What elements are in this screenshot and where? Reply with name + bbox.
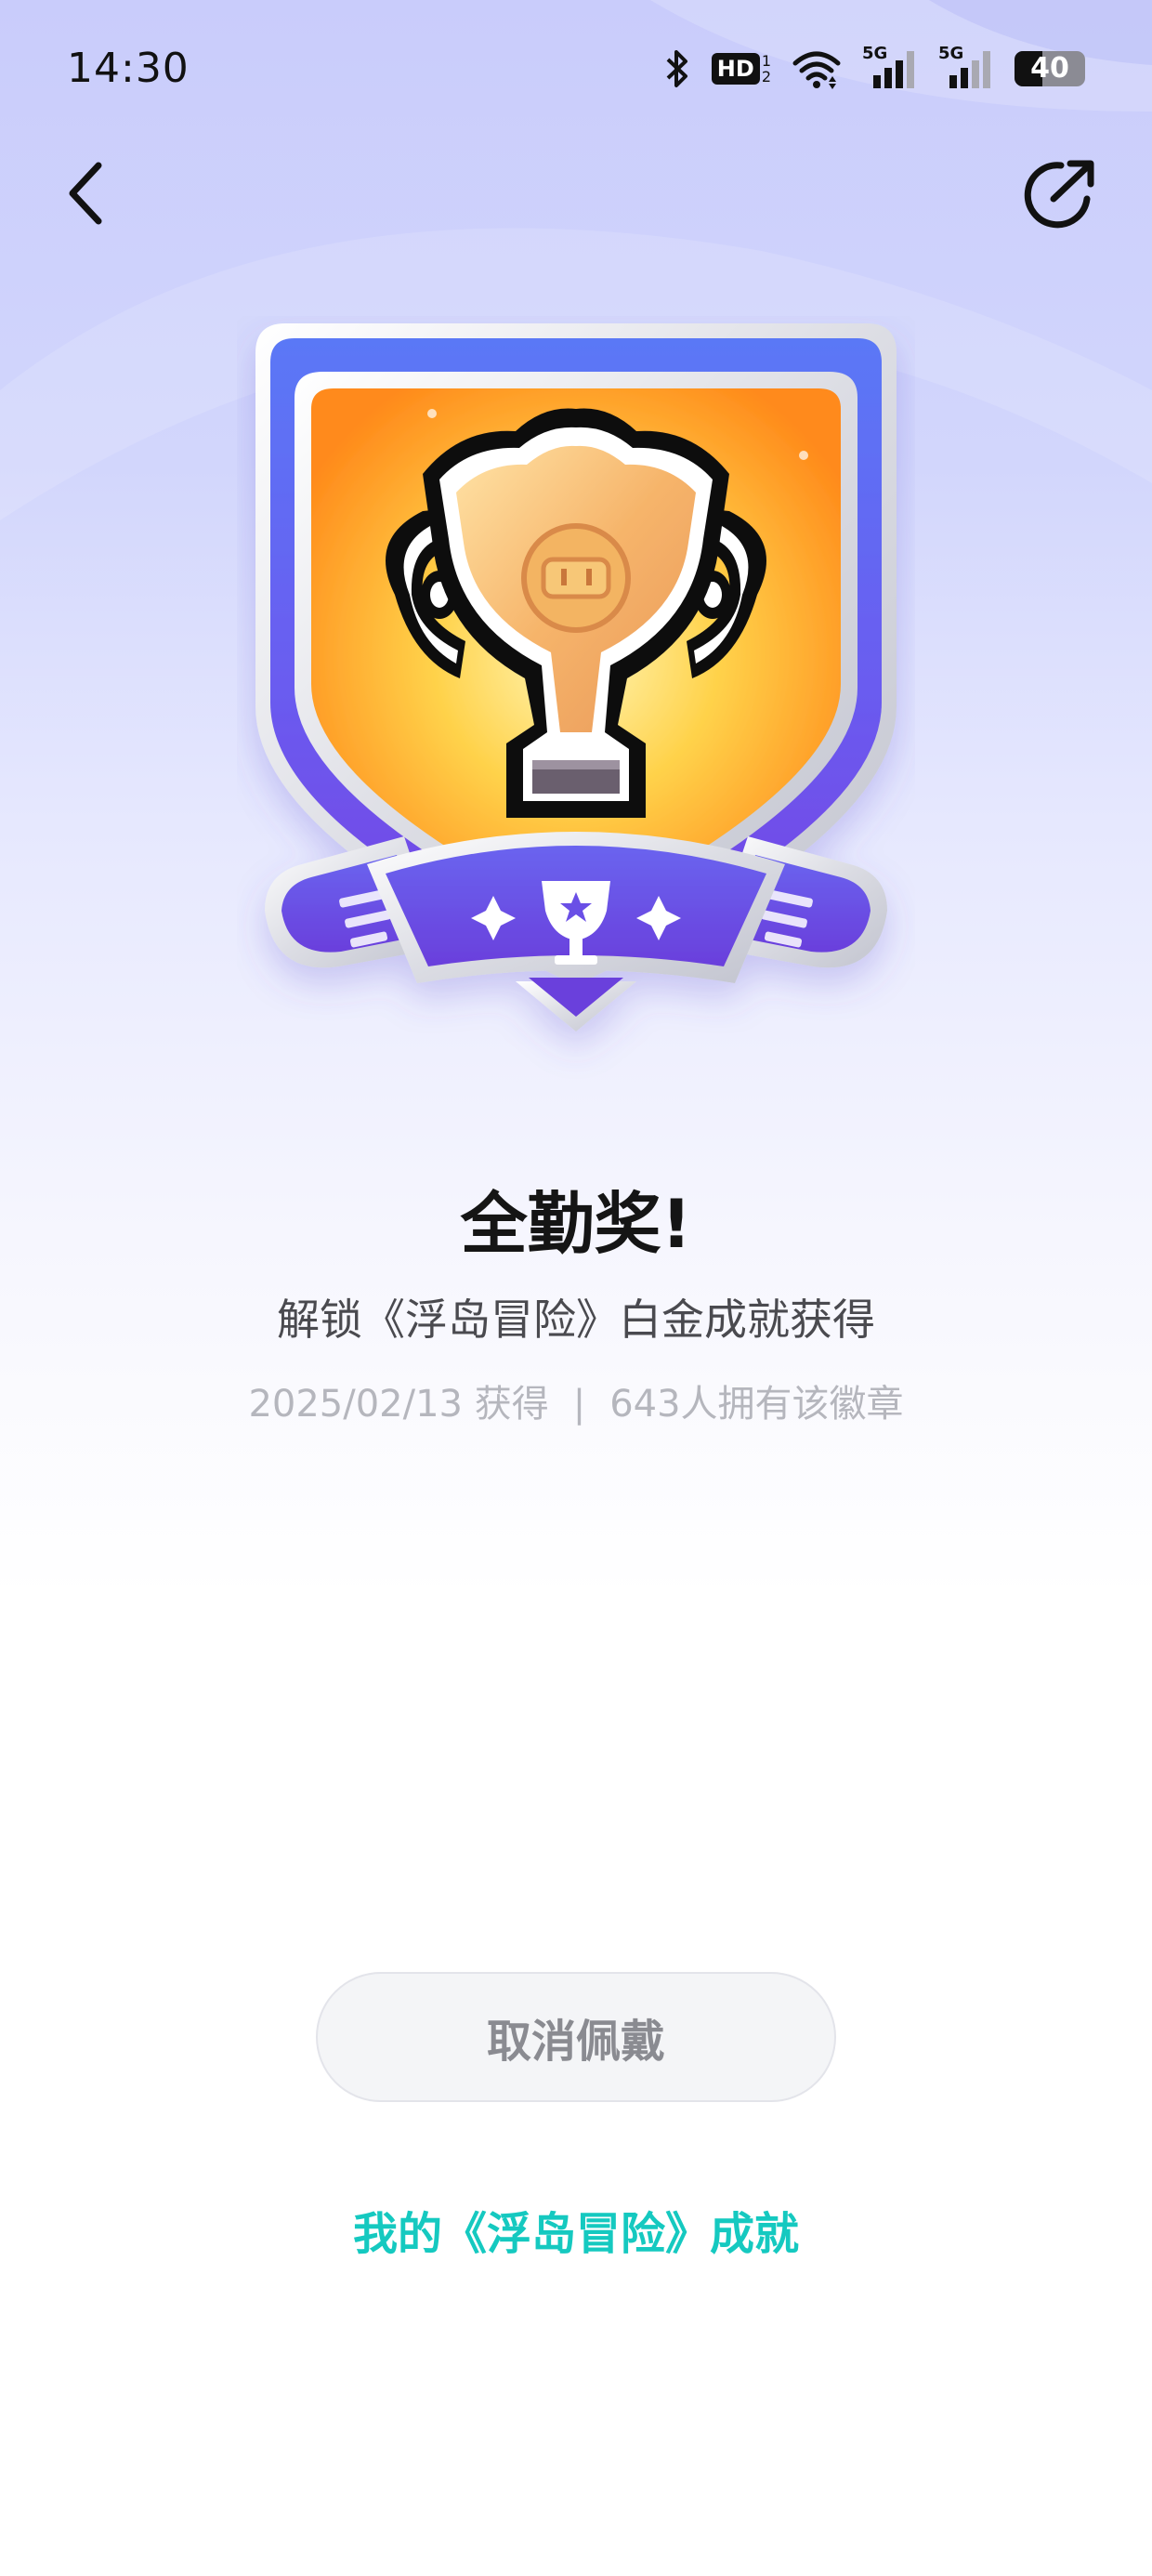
share-button[interactable] bbox=[1022, 156, 1098, 232]
meta-separator: | bbox=[572, 1383, 586, 1426]
battery-icon: 40 bbox=[1015, 51, 1085, 86]
badge-subtitle: 解锁《浮岛冒险》白金成就获得 bbox=[277, 1295, 875, 1345]
trophy-badge bbox=[255, 323, 897, 1032]
badge-meta: 2025/02/13 获得 | 643人拥有该徽章 bbox=[0, 1373, 1152, 1427]
share-icon bbox=[1024, 160, 1094, 229]
signal-5g-icon: 5G bbox=[862, 44, 918, 90]
status-icons: HD 1 2 5G 5G 40 bbox=[663, 44, 1085, 93]
back-button[interactable] bbox=[54, 156, 119, 230]
wifi-icon bbox=[792, 51, 841, 89]
obtained-date: 2025/02/13 获得 bbox=[248, 1383, 549, 1426]
status-time: 14:30 bbox=[67, 45, 190, 92]
chevron-left-icon bbox=[69, 162, 102, 225]
owner-count: 643人拥有该徽章 bbox=[609, 1383, 904, 1426]
my-achievements-link[interactable]: 我的《浮岛冒险》成就 bbox=[0, 2197, 1152, 2262]
signal-5g-icon-2: 5G bbox=[938, 44, 994, 90]
status-bar: 14:30 HD 1 2 5G 5G 40 bbox=[0, 0, 1152, 139]
hd-icon: HD 1 2 bbox=[711, 53, 771, 85]
bluetooth-icon bbox=[666, 50, 687, 87]
unequip-badge-button[interactable]: 取消佩戴 bbox=[316, 1972, 836, 2102]
badge-title: 全勤奖! bbox=[460, 1185, 692, 1263]
